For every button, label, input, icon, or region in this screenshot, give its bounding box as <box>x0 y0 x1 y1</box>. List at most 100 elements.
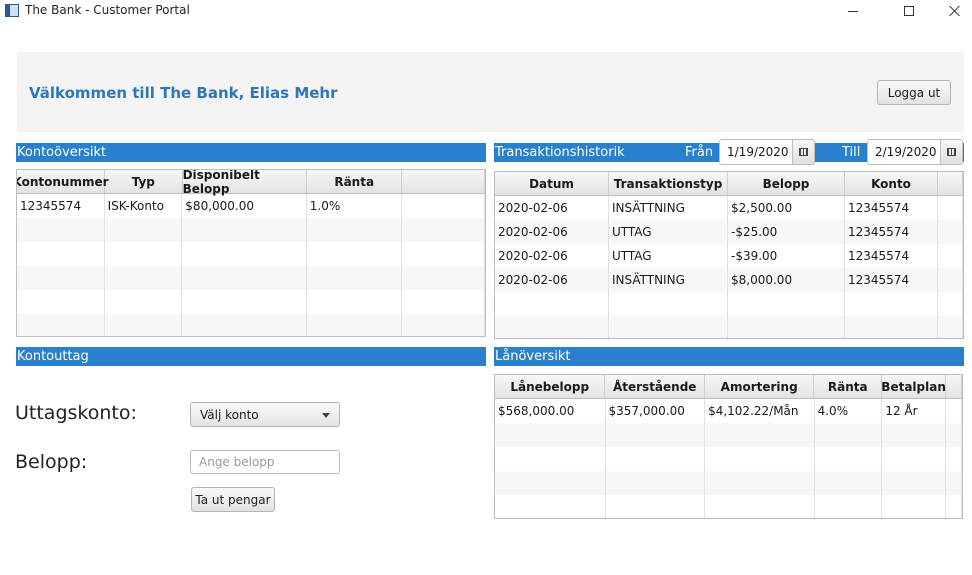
from-date-value[interactable]: 1/19/2020 <box>720 140 792 164</box>
withdraw-button[interactable]: Ta ut pengar <box>191 487 275 512</box>
welcome-header: Välkommen till The Bank, Elias Mehr Logg… <box>17 52 964 132</box>
table-cell <box>946 399 962 423</box>
table-cell <box>882 495 947 518</box>
table-cell <box>495 471 606 495</box>
table-row[interactable]: 12345574 ISK-Konto $80,000.00 1.0% <box>17 194 485 218</box>
table-cell: 2020-02-06 <box>495 196 609 220</box>
table-row[interactable]: 2020-02-06 INSÄTTNING $2,500.00 12345574 <box>495 196 963 220</box>
table-cell <box>705 495 815 518</box>
table-cell <box>946 471 962 495</box>
to-label: Till <box>842 145 861 160</box>
minimize-button[interactable] <box>830 0 876 22</box>
column-header[interactable]: Datum <box>495 172 609 195</box>
table-cell <box>307 290 403 314</box>
withdrawal-account-label: Uttagskonto: <box>15 402 137 424</box>
close-button[interactable] <box>932 0 972 22</box>
table-cell <box>495 292 609 316</box>
table-cell <box>17 242 105 266</box>
table-cell <box>606 447 706 471</box>
column-header[interactable]: Ränta <box>307 170 403 193</box>
table-cell <box>938 316 963 338</box>
empty-row <box>495 423 962 447</box>
calendar-icon <box>799 148 808 156</box>
table-cell <box>402 218 485 242</box>
transactions-table[interactable]: Datum Transaktionstyp Belopp Konto 2020-02-0… <box>494 171 964 339</box>
table-cell: ISK-Konto <box>105 194 183 218</box>
table-cell <box>105 314 183 336</box>
table-cell: INSÄTTNING <box>609 268 728 292</box>
loans-table[interactable]: Lånebelopp Återstående Amortering Ränta Beta… <box>494 374 963 519</box>
column-header[interactable] <box>946 375 962 398</box>
table-cell <box>105 242 183 266</box>
table-cell <box>882 423 947 447</box>
table-cell: $80,000.00 <box>182 194 307 218</box>
amount-label: Belopp: <box>15 451 88 473</box>
account-select[interactable]: Välj konto <box>190 402 340 427</box>
table-cell: 2020-02-06 <box>495 220 609 244</box>
to-date-value[interactable]: 2/19/2020 <box>868 140 940 164</box>
table-cell: 12345574 <box>845 220 938 244</box>
table-cell <box>606 471 706 495</box>
table-cell: $568,000.00 <box>495 399 606 423</box>
table-cell <box>728 316 845 338</box>
empty-row <box>17 242 485 266</box>
from-calendar-button[interactable] <box>792 140 814 164</box>
table-cell: 12 År <box>882 399 947 423</box>
minimize-icon <box>848 10 858 12</box>
column-header[interactable]: Transaktionstyp <box>609 172 728 195</box>
column-header[interactable]: Betalplan <box>881 375 947 398</box>
table-cell <box>402 242 485 266</box>
table-cell <box>609 292 728 316</box>
table-cell: $357,000.00 <box>606 399 706 423</box>
table-cell <box>182 290 307 314</box>
amount-input[interactable] <box>190 450 340 474</box>
table-cell: 12345574 <box>845 196 938 220</box>
table-cell <box>815 471 883 495</box>
column-header[interactable]: Disponibelt Belopp <box>183 170 307 196</box>
column-header[interactable]: Belopp <box>728 172 845 195</box>
table-body: 2020-02-06 INSÄTTNING $2,500.00 12345574 202… <box>495 196 963 338</box>
maximize-button[interactable] <box>886 0 932 22</box>
column-header[interactable]: Typ <box>105 170 183 193</box>
logout-button[interactable]: Logga ut <box>877 80 951 105</box>
column-header[interactable]: Konto <box>845 172 938 195</box>
table-row[interactable]: $568,000.00 $357,000.00 $4,102.22/Mån 4.0% 1… <box>495 399 962 423</box>
accounts-table[interactable]: Kontonummer Typ Disponibelt Belopp Ränta 123… <box>16 169 486 337</box>
table-cell <box>495 316 609 338</box>
table-cell <box>938 292 963 316</box>
table-cell <box>938 244 963 268</box>
column-header[interactable]: Återstående <box>605 375 705 398</box>
table-cell: $8,000.00 <box>728 268 845 292</box>
table-cell <box>938 220 963 244</box>
column-header[interactable]: Ränta <box>814 375 883 398</box>
table-cell: 2020-02-06 <box>495 268 609 292</box>
account-select-value: Välj konto <box>200 407 259 422</box>
table-cell <box>402 194 485 218</box>
empty-row <box>495 316 963 338</box>
column-header[interactable] <box>938 172 963 195</box>
table-cell <box>845 292 938 316</box>
from-date-picker[interactable]: 1/19/2020 <box>719 139 815 165</box>
table-cell <box>402 290 485 314</box>
table-body: 12345574 ISK-Konto $80,000.00 1.0% <box>17 194 485 336</box>
table-cell <box>307 242 403 266</box>
to-date-picker[interactable]: 2/19/2020 <box>867 139 963 165</box>
table-row[interactable]: 2020-02-06 UTTAG -$39.00 12345574 <box>495 244 963 268</box>
table-cell <box>815 447 883 471</box>
column-header[interactable]: Amortering <box>705 375 815 398</box>
column-header[interactable]: Lånebelopp <box>495 375 606 398</box>
table-header: Lånebelopp Återstående Amortering Ränta Beta… <box>495 375 962 399</box>
table-cell <box>17 218 105 242</box>
table-cell <box>815 495 883 518</box>
to-calendar-button[interactable] <box>940 140 962 164</box>
title-bar: The Bank - Customer Portal <box>0 0 972 22</box>
chevron-down-icon <box>322 413 330 418</box>
calendar-icon <box>947 148 956 156</box>
table-cell: 2020-02-06 <box>495 244 609 268</box>
column-header[interactable] <box>402 170 485 193</box>
table-row[interactable]: 2020-02-06 INSÄTTNING $8,000.00 12345574 <box>495 268 963 292</box>
column-header[interactable]: Kontonummer <box>17 170 109 193</box>
table-cell <box>606 423 706 447</box>
table-row[interactable]: 2020-02-06 UTTAG -$25.00 12345574 <box>495 220 963 244</box>
table-cell <box>182 314 307 336</box>
